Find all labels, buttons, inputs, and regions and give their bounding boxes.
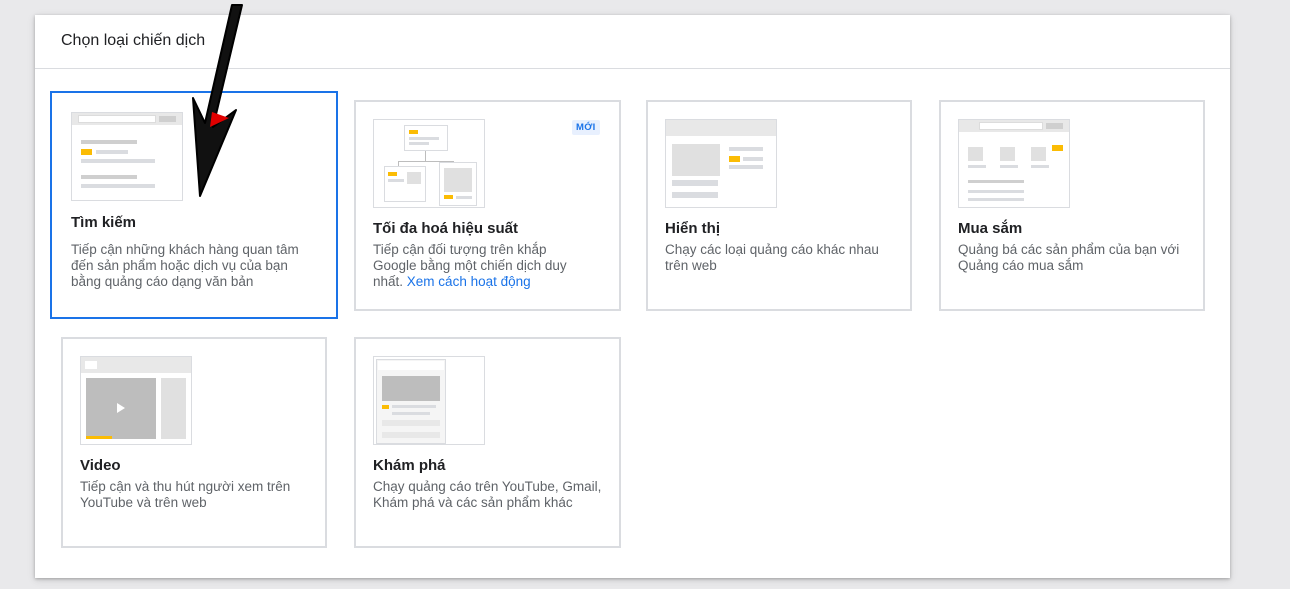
- divider: [35, 68, 1230, 69]
- campaign-card-search[interactable]: Tìm kiếm Tiếp cận những khách hàng quan …: [50, 91, 338, 319]
- dialog-title: Chọn loại chiến dịch: [61, 32, 206, 49]
- card-description: Tiếp cận những khách hàng quan tâm đến s…: [71, 242, 299, 289]
- card-title: Video: [80, 457, 121, 474]
- display-illustration: [665, 119, 777, 208]
- card-title: Hiển thị: [665, 220, 720, 237]
- discovery-illustration: [373, 356, 485, 445]
- card-description: Tiếp cận đối tượng trên khắp Google bằng…: [373, 242, 593, 290]
- card-title: Mua sắm: [958, 220, 1023, 237]
- performance-max-illustration: [373, 119, 485, 208]
- campaign-card-discovery[interactable]: Khám phá Chạy quảng cáo trên YouTube, Gm…: [354, 337, 621, 548]
- card-title: Tối đa hoá hiệu suất: [373, 220, 519, 237]
- search-illustration: [71, 112, 183, 201]
- campaign-card-video[interactable]: Video Tiếp cận và thu hút người xem trên…: [61, 337, 327, 548]
- campaign-card-display[interactable]: Hiển thị Chạy các loại quảng cáo khác nh…: [646, 100, 912, 311]
- card-title: Khám phá: [373, 457, 446, 474]
- card-title: Tìm kiếm: [71, 214, 137, 231]
- learn-how-link[interactable]: Xem cách hoạt động: [407, 274, 531, 289]
- card-description: Quảng bá các sản phẩm của bạn với Quảng …: [958, 242, 1180, 273]
- video-illustration: [80, 356, 192, 445]
- card-description: Tiếp cận và thu hút người xem trên YouTu…: [80, 479, 291, 510]
- play-icon: [117, 403, 125, 413]
- campaign-card-shopping[interactable]: Mua sắm Quảng bá các sản phẩm của bạn vớ…: [939, 100, 1205, 311]
- card-description: Chạy các loại quảng cáo khác nhau trên w…: [665, 242, 879, 273]
- card-description: Chạy quảng cáo trên YouTube, Gmail, Khám…: [373, 479, 602, 510]
- shopping-illustration: [958, 119, 1070, 208]
- new-badge: MỚI: [572, 120, 600, 135]
- campaign-card-performance-max[interactable]: MỚI Tối đa hoá hiệu suất Tiếp cận đối tư…: [354, 100, 621, 311]
- campaign-type-dialog: Chọn loại chiến dịch Tìm kiếm Tiếp cận n…: [35, 15, 1230, 578]
